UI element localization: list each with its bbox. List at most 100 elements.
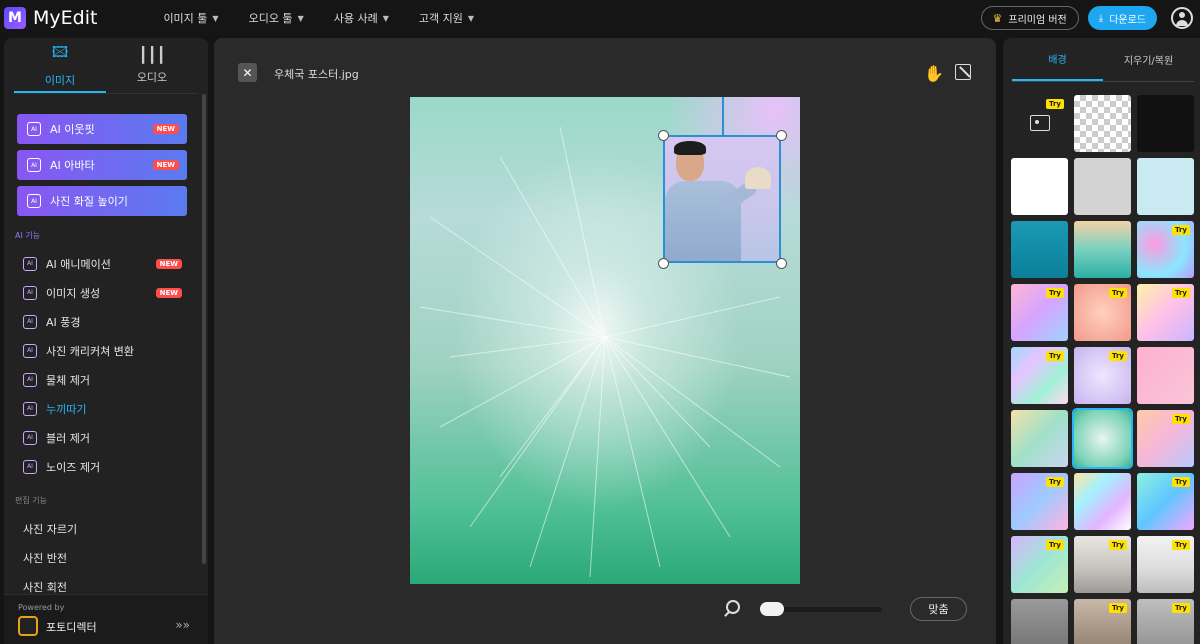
nav-use-cases[interactable]: 사용 사례 ▼ [334, 10, 389, 26]
tab-erase-restore[interactable]: 지우기/복원 [1103, 38, 1194, 81]
sidebar-footer[interactable]: Powered by 포토디렉터 »» [4, 594, 208, 644]
resize-handle-bottom-left[interactable] [658, 258, 669, 269]
double-chevron-right-icon[interactable]: »» [175, 618, 190, 632]
canvas-panel: ✕ 우체국 포스터.jpg ✋ 맞춤 [214, 38, 996, 644]
app-logo[interactable]: M MyEdit [4, 7, 97, 29]
background-tile-lavender-glitter[interactable]: Try [1074, 347, 1131, 404]
resize-handle-bottom-right[interactable] [776, 258, 787, 269]
try-badge: Try [1045, 477, 1064, 487]
fit-button[interactable]: 맞춤 [910, 597, 967, 621]
photodirector-logo-icon [18, 616, 38, 636]
try-badge: Try [1171, 414, 1190, 424]
try-badge: Try [1045, 288, 1064, 298]
close-button[interactable]: ✕ [238, 63, 257, 82]
tab-label: 이미지 [44, 73, 76, 87]
ai-sparkle-icon: AI [23, 459, 37, 474]
tab-audio[interactable]: ┃┃┃ 오디오 [106, 38, 198, 93]
background-tile-opal[interactable]: Try [1011, 536, 1068, 593]
try-badge: Try [1108, 351, 1127, 361]
menu-item-ai-animation[interactable]: AI AI 애니메이션 NEW [4, 249, 208, 278]
background-tile-tree[interactable]: Try [1074, 599, 1131, 644]
right-panel-tabs: 배경 지우기/복원 [1012, 38, 1194, 82]
menu-item-flip[interactable]: 사진 반전 [4, 543, 208, 572]
tab-background[interactable]: 배경 [1012, 38, 1103, 81]
background-tile-pastel-peach[interactable]: Try [1137, 410, 1194, 467]
image-upload-icon [1030, 115, 1050, 131]
hand-tool-icon[interactable]: ✋ [924, 64, 944, 83]
menu-item-denoise[interactable]: AI 노이즈 제거 [4, 452, 208, 481]
new-badge: NEW [152, 124, 179, 134]
menu-label: 노이즈 제거 [46, 460, 101, 474]
premium-button[interactable]: ♛ 프리미엄 버전 [980, 6, 1079, 30]
eraser-tool-icon[interactable] [955, 64, 971, 80]
background-tile-pink[interactable] [1137, 347, 1194, 404]
download-button[interactable]: ⤓ 다운로드 [1087, 6, 1157, 30]
background-tile-grey[interactable] [1074, 158, 1131, 215]
try-badge: Try [1171, 288, 1190, 298]
section-label-ai: AI 기능 [15, 231, 41, 240]
nav-support[interactable]: 고객 지원 ▼ [419, 10, 474, 26]
canvas-artboard[interactable] [410, 97, 800, 584]
sidebar-tabs: 🖾 이미지 ┃┃┃ 오디오 [14, 38, 198, 94]
sidebar-scrollbar[interactable] [202, 94, 206, 564]
feature-enhance-button[interactable]: AI 사진 화질 높이기 [17, 186, 187, 216]
ai-sparkle-icon: AI [23, 314, 37, 329]
menu-item-caricature[interactable]: AI 사진 캐리커쳐 변환 [4, 336, 208, 365]
background-tile-pastel-mint[interactable] [1011, 410, 1068, 467]
nav-audio-tools[interactable]: 오디오 툴 ▼ [249, 10, 304, 26]
tab-image[interactable]: 🖾 이미지 [14, 38, 106, 93]
background-tile-grey-shore[interactable]: Try [1137, 536, 1194, 593]
menu-label: 사진 캐리커쳐 변환 [46, 344, 134, 358]
background-tile-sunset[interactable] [1074, 221, 1131, 278]
cutout-photo-layer[interactable] [663, 135, 781, 263]
try-badge: Try [1045, 540, 1064, 550]
background-tile-pink-bokeh[interactable]: Try [1011, 284, 1068, 341]
background-tile-violet-gradient[interactable]: Try [1011, 473, 1068, 530]
top-bar: M MyEdit 이미지 툴 ▼ 오디오 툴 ▼ 사용 사례 ▼ 고객 지원 ▼ ♛ 프리… [0, 0, 1200, 36]
ai-sparkle-icon: AI [23, 372, 37, 387]
feature-ai-outfit-button[interactable]: AI AI 이웃핏 NEW [17, 114, 187, 144]
background-tile-black[interactable] [1137, 95, 1194, 152]
photodirector-name: 포토디렉터 [46, 621, 97, 634]
background-tile-grey-dark[interactable] [1011, 599, 1068, 644]
feature-ai-avatar-button[interactable]: AI AI 아바타 NEW [17, 150, 187, 180]
resize-handle-top-right[interactable] [776, 130, 787, 141]
try-badge: Try [1171, 540, 1190, 550]
nav-image-tools[interactable]: 이미지 툴 ▼ [163, 10, 218, 26]
zoom-icon [726, 600, 740, 614]
background-tile-pastel-sparkle[interactable]: Try [1137, 284, 1194, 341]
background-tile-transparent[interactable] [1074, 95, 1131, 152]
user-avatar-icon[interactable] [1171, 7, 1193, 29]
menu-item-deblur[interactable]: AI 블러 제거 [4, 423, 208, 452]
menu-label: 이미지 생성 [46, 286, 101, 300]
background-tile-stone[interactable]: Try [1137, 599, 1194, 644]
background-tile-teal[interactable] [1011, 221, 1068, 278]
nav-label: 사용 사례 [333, 12, 378, 25]
background-tile-lightblue[interactable] [1137, 158, 1194, 215]
new-badge: NEW [152, 160, 179, 170]
chevron-down-icon: ▼ [467, 13, 474, 23]
try-badge: Try [1108, 540, 1127, 550]
background-tile-holographic[interactable]: Try [1011, 347, 1068, 404]
alignment-guide [722, 97, 724, 135]
upload-background-tile[interactable]: Try [1011, 95, 1068, 152]
menu-item-object-removal[interactable]: AI 물체 제거 [4, 365, 208, 394]
background-tile-beach[interactable]: Try [1074, 536, 1131, 593]
background-tile-rainbow[interactable] [1074, 473, 1131, 530]
background-tile-green-rays[interactable] [1072, 408, 1133, 469]
background-tile-bubbles[interactable]: Try [1137, 221, 1194, 278]
nav-label: 고객 지원 [418, 12, 463, 25]
new-badge: NEW [155, 258, 182, 269]
menu-item-background-removal[interactable]: AI 누끼따기 [4, 394, 208, 423]
menu-item-crop[interactable]: 사진 자르기 [4, 514, 208, 543]
menu-item-image-generation[interactable]: AI 이미지 생성 NEW [4, 278, 208, 307]
resize-handle-top-left[interactable] [658, 130, 669, 141]
zoom-slider-knob[interactable] [760, 602, 784, 616]
background-tile-peach-glitter[interactable]: Try [1074, 284, 1131, 341]
tab-label: 오디오 [136, 71, 168, 84]
download-icon: ⤓ [1098, 12, 1104, 24]
try-badge: Try [1045, 351, 1064, 361]
menu-item-ai-landscape[interactable]: AI AI 풍경 [4, 307, 208, 336]
background-tile-aqua-gradient[interactable]: Try [1137, 473, 1194, 530]
background-tile-white[interactable] [1011, 158, 1068, 215]
